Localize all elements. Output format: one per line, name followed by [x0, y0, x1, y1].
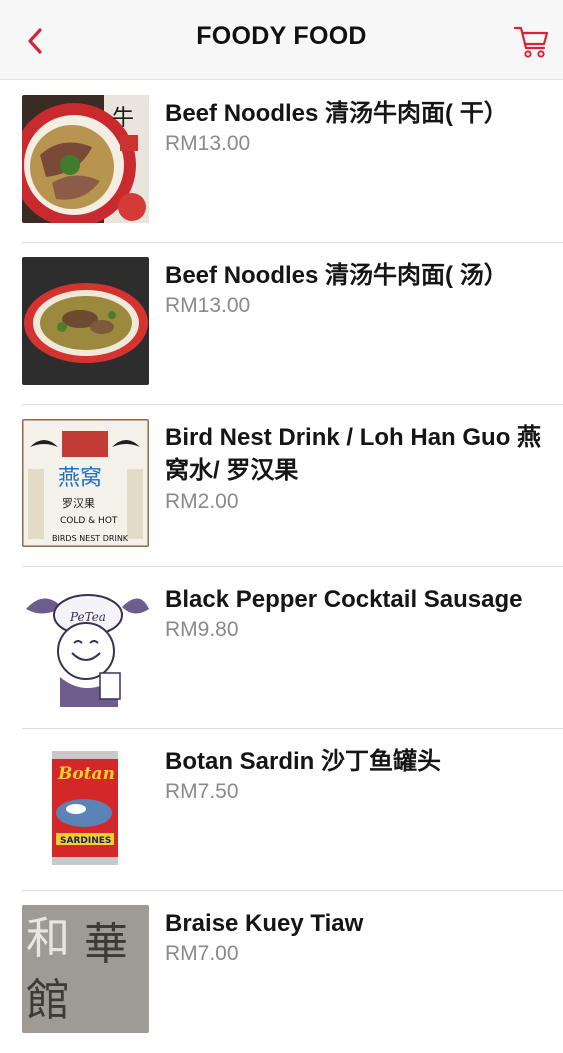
- svg-text:館: 館: [26, 975, 70, 1026]
- item-price: RM13.00: [165, 294, 251, 317]
- svg-text:罗汉果: 罗汉果: [62, 497, 95, 510]
- svg-text:燕窝: 燕窝: [58, 466, 102, 491]
- bird-nest-drink-sign-image: 燕窝 罗汉果 COLD & HOT BIRDS NEST DRINK: [22, 419, 149, 547]
- botan-sardine-can-image: Botan SARDINES: [22, 743, 149, 871]
- list-item[interactable]: Beef Noodles 清汤牛肉面( 汤） RM13.00: [0, 243, 563, 405]
- item-price: RM13.00: [165, 132, 251, 155]
- svg-text:BIRDS NEST DRINK: BIRDS NEST DRINK: [52, 534, 129, 543]
- list-item[interactable]: PeTea Black Pepper Cocktail Sausage RM9.…: [0, 567, 563, 729]
- svg-text:和: 和: [26, 913, 70, 964]
- item-name: Botan Sardin 沙丁鱼罐头: [165, 748, 442, 775]
- item-price: RM2.00: [165, 490, 239, 513]
- svg-text:牛: 牛: [112, 106, 134, 131]
- svg-text:華: 華: [84, 919, 128, 970]
- beef-noodles-soup-image: [22, 257, 149, 385]
- item-name: Beef Noodles 清汤牛肉面( 干）: [165, 100, 508, 127]
- svg-text:Botan: Botan: [57, 764, 115, 784]
- list-item[interactable]: 牛 Beef Noodles 清汤牛肉面( 干） RM13.00: [0, 81, 563, 243]
- menu-list: 牛 Beef Noodles 清汤牛肉面( 干） RM13.00 Beef No…: [0, 81, 563, 1053]
- list-item[interactable]: Botan SARDINES Botan Sardin 沙丁鱼罐头 RM7.50: [0, 729, 563, 891]
- item-price: RM7.00: [165, 942, 239, 965]
- list-item[interactable]: 和 華 館 Braise Kuey Tiaw RM7.00: [0, 891, 563, 1053]
- item-price: RM7.50: [165, 780, 239, 803]
- item-price: RM9.80: [165, 618, 239, 641]
- cart-button[interactable]: [512, 22, 552, 62]
- shopping-cart-icon: [513, 26, 549, 58]
- svg-text:COLD & HOT: COLD & HOT: [60, 516, 118, 526]
- item-name: Braise Kuey Tiaw: [165, 910, 364, 937]
- svg-text:PeTea: PeTea: [69, 610, 106, 624]
- braise-kuey-tiaw-sign-image: 和 華 館: [22, 905, 149, 1033]
- item-name: Bird Nest Drink / Loh Han Guo 燕窝水/ 罗汉果: [165, 424, 542, 484]
- list-item[interactable]: 燕窝 罗汉果 COLD & HOT BIRDS NEST DRINK Bird …: [0, 405, 563, 567]
- mascot-placeholder-image: PeTea: [22, 581, 149, 709]
- app-header: FOODY FOOD: [0, 0, 563, 80]
- svg-text:SARDINES: SARDINES: [60, 836, 111, 846]
- item-name: Black Pepper Cocktail Sausage: [165, 586, 523, 613]
- beef-noodles-dry-image: 牛: [22, 95, 149, 223]
- page-title: FOODY FOOD: [196, 22, 367, 50]
- item-name: Beef Noodles 清汤牛肉面( 汤）: [165, 262, 508, 289]
